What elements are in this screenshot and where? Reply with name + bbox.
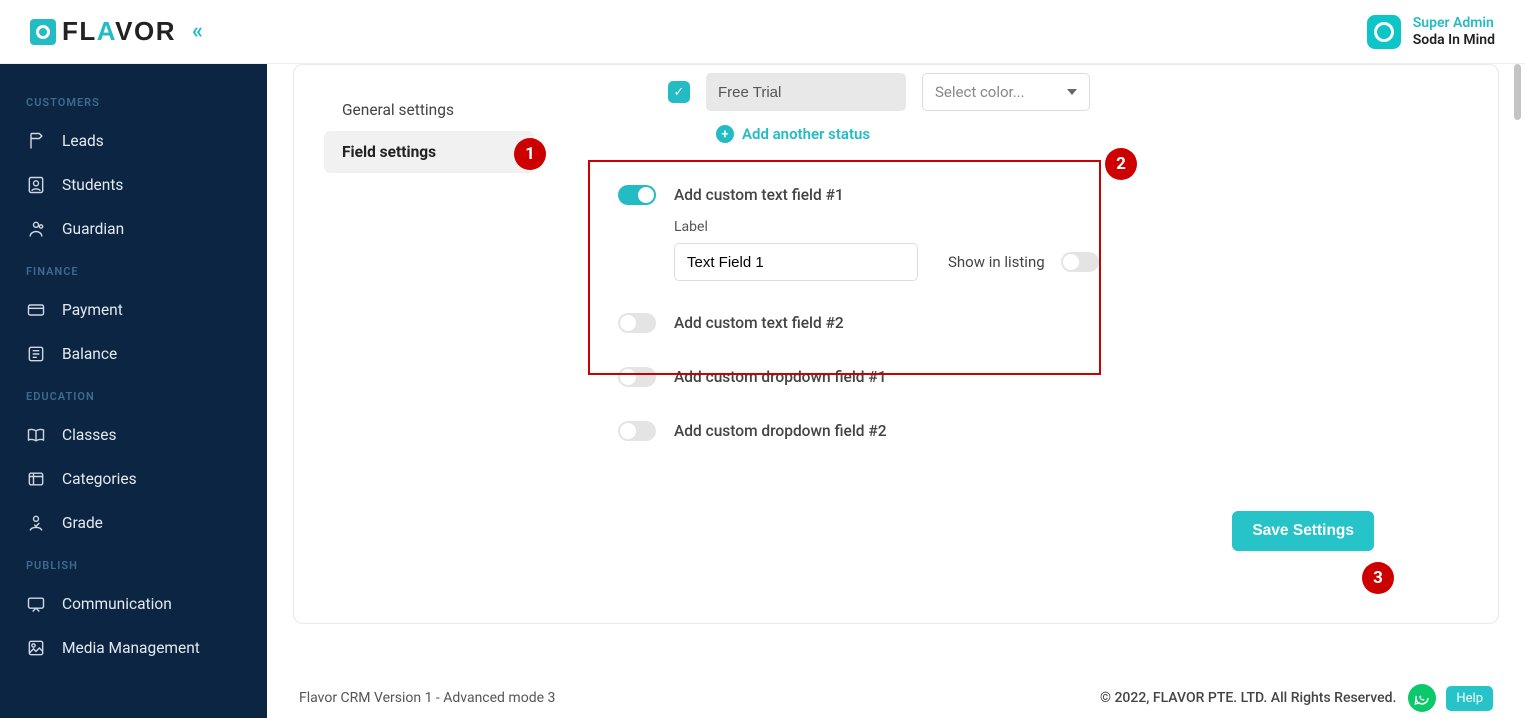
sidebar-item-label: Guardian	[62, 220, 124, 238]
sidebar-section-customers: CUSTOMERS	[0, 82, 267, 119]
custom-text-2-toggle[interactable]	[618, 313, 656, 333]
sidebar-item-label: Students	[62, 176, 123, 194]
user-org: Soda In Mind	[1413, 32, 1495, 49]
color-select-placeholder: Select color...	[935, 83, 1025, 101]
add-status-label: Add another status	[742, 125, 870, 143]
sidebar-item-guardian[interactable]: Guardian	[0, 207, 267, 251]
sidebar-section-finance: FINANCE	[0, 251, 267, 288]
sidebar-section-education: EDUCATION	[0, 376, 267, 413]
custom-text-2-row: Add custom text field #2	[618, 291, 1418, 343]
add-status-button[interactable]: + Add another status	[604, 111, 1418, 143]
sidebar-item-label: Classes	[62, 426, 117, 444]
status-name-input[interactable]	[706, 73, 906, 111]
custom-text-1-toggle[interactable]	[618, 185, 656, 205]
custom-text-1-label-input[interactable]	[674, 243, 918, 281]
sidebar-item-classes[interactable]: Classes	[0, 413, 267, 457]
org-avatar-icon	[1367, 15, 1401, 49]
status-checkbox[interactable]: ✓	[668, 81, 690, 103]
annotation-badge-2: 2	[1105, 148, 1137, 180]
show-in-listing-toggle[interactable]	[1061, 252, 1099, 272]
sidebar-item-grade[interactable]: Grade	[0, 501, 267, 545]
help-button[interactable]: Help	[1446, 686, 1493, 711]
sidebar-item-categories[interactable]: Categories	[0, 457, 267, 501]
sidebar-item-label: Communication	[62, 595, 172, 613]
whatsapp-button[interactable]	[1408, 684, 1436, 712]
sidebar-item-label: Media Management	[62, 639, 200, 657]
sidebar-item-label: Grade	[62, 514, 103, 532]
settings-nav: General settings Field settings	[324, 89, 534, 173]
footer: Flavor CRM Version 1 - Advanced mode 3 ©…	[267, 678, 1525, 718]
sidebar-item-label: Balance	[62, 345, 117, 363]
settings-nav-field[interactable]: Field settings	[324, 131, 534, 173]
main-area: General settings Field settings ✓ Select…	[267, 64, 1525, 678]
custom-dd-2-row: Add custom dropdown field #2	[618, 397, 1418, 451]
sidebar-section-publish: PUBLISH	[0, 545, 267, 582]
custom-dd-2-toggle[interactable]	[618, 421, 656, 441]
user-role: Super Admin	[1413, 15, 1495, 32]
balance-icon	[26, 344, 46, 364]
status-row: ✓ Select color...	[604, 65, 1418, 111]
sidebar-item-label: Categories	[62, 470, 137, 488]
sidebar-item-students[interactable]: Students	[0, 163, 267, 207]
communication-icon	[26, 594, 46, 614]
categories-icon	[26, 469, 46, 489]
custom-text-2-label: Add custom text field #2	[674, 314, 844, 332]
sidebar-item-label: Payment	[62, 301, 123, 319]
custom-dd-1-label: Add custom dropdown field #1	[674, 368, 887, 386]
custom-dd-1-row: Add custom dropdown field #1	[618, 343, 1418, 397]
custom-dd-2-label: Add custom dropdown field #2	[674, 422, 887, 440]
footer-version: Flavor CRM Version 1 - Advanced mode 3	[299, 690, 555, 706]
user-menu[interactable]: Super Admin Soda In Mind	[1367, 15, 1495, 49]
sidebar-item-leads[interactable]: Leads	[0, 119, 267, 163]
payment-icon	[26, 300, 46, 320]
sidebar-item-label: Leads	[62, 132, 104, 150]
custom-dd-1-toggle[interactable]	[618, 367, 656, 387]
students-icon	[26, 175, 46, 195]
classes-icon	[26, 425, 46, 445]
topbar: FLAVOR « Super Admin Soda In Mind	[0, 0, 1525, 64]
save-settings-button[interactable]: Save Settings	[1232, 511, 1374, 551]
label-heading: Label	[674, 219, 1418, 243]
custom-text-1-label: Add custom text field #1	[674, 186, 844, 204]
annotation-badge-1: 1	[514, 138, 546, 170]
media-icon	[26, 638, 46, 658]
brand-logo[interactable]: FLAVOR	[30, 16, 176, 47]
page-scrollbar[interactable]	[1514, 64, 1521, 678]
guardian-icon	[26, 219, 46, 239]
sidebar-item-payment[interactable]: Payment	[0, 288, 267, 332]
status-color-select[interactable]: Select color...	[922, 73, 1090, 111]
leads-icon	[26, 131, 46, 151]
sidebar-collapse-button[interactable]: «	[192, 19, 197, 44]
custom-text-1-config: Label Show in listing	[618, 215, 1418, 291]
custom-text-1-row: Add custom text field #1	[618, 175, 1418, 215]
sidebar-item-balance[interactable]: Balance	[0, 332, 267, 376]
plus-icon: +	[716, 125, 734, 143]
annotation-badge-3: 3	[1362, 562, 1394, 594]
footer-copyright: © 2022, FLAVOR PTE. LTD. All Rights Rese…	[1100, 690, 1396, 706]
sidebar-item-media[interactable]: Media Management	[0, 626, 267, 670]
show-in-listing-label: Show in listing	[948, 253, 1045, 271]
settings-card: General settings Field settings ✓ Select…	[293, 64, 1499, 624]
sidebar-item-communication[interactable]: Communication	[0, 582, 267, 626]
logo-mark-icon	[30, 19, 56, 45]
sidebar: CUSTOMERS Leads Students Guardian FINANC…	[0, 64, 267, 718]
settings-nav-general[interactable]: General settings	[324, 89, 534, 131]
grade-icon	[26, 513, 46, 533]
logo-text: FLAVOR	[62, 16, 176, 47]
show-in-listing-block: Show in listing	[948, 252, 1099, 272]
settings-content: ✓ Select color... + Add another status A…	[604, 65, 1418, 551]
